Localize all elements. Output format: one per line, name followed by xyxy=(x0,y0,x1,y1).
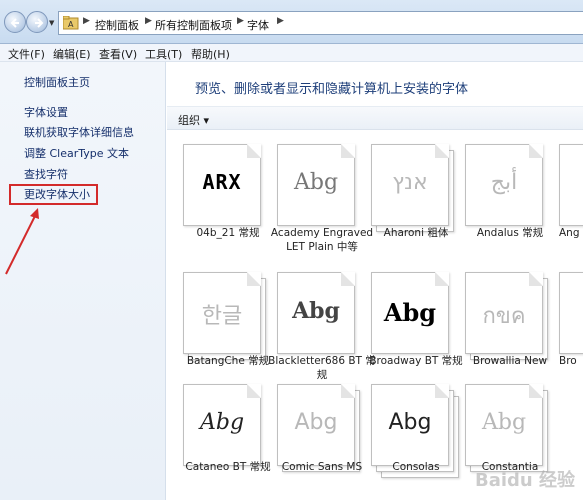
font-sample: กขค xyxy=(482,304,526,329)
font-tile-consolas[interactable]: Abg Consolas xyxy=(371,384,461,500)
font-settings-link[interactable]: 字体设置 xyxy=(24,104,68,120)
menu-help[interactable]: 帮助(H) xyxy=(191,46,230,62)
watermark: Baidu 经验 xyxy=(474,470,575,491)
font-sample: Abg xyxy=(292,298,340,324)
fonts-folder-icon: A xyxy=(63,16,79,30)
font-sample: 한글 xyxy=(201,304,243,329)
annotation-arrow-icon xyxy=(5,208,39,275)
font-name: Browallia New xyxy=(472,355,548,367)
font-tile-batangche[interactable]: 한글 BatangChe 常规 xyxy=(183,272,273,382)
font-tile-comic-sans[interactable]: Abg Comic Sans MS xyxy=(277,384,367,500)
main-content: 预览、删除或者显示和隐藏计算机上安装的字体 组织 ▾ ARX 04b_21 常规… xyxy=(167,62,583,500)
font-tile-academy-engraved[interactable]: Abg Academy Engraved LET Plain 中等 xyxy=(271,144,373,254)
font-sample: أبج xyxy=(490,170,518,195)
font-tile-partial-ang[interactable]: Ang xyxy=(559,144,583,254)
font-name: Andalus 常规 xyxy=(476,227,544,239)
font-tile-aharoni[interactable]: אנץ Aharoni 粗体 xyxy=(371,144,461,254)
control-panel-home-link[interactable]: 控制面板主页 xyxy=(24,74,90,90)
command-bar: 组织 ▾ xyxy=(167,106,583,130)
font-tile-andalus[interactable]: أبج Andalus 常规 xyxy=(465,144,555,254)
font-sample: אנץ xyxy=(392,170,428,195)
crumb-separator-icon[interactable]: ▶ xyxy=(83,16,90,26)
breadcrumb-all-items[interactable]: 所有控制面板项 xyxy=(155,17,232,33)
font-name: Bro xyxy=(559,355,577,367)
font-tile-broadway[interactable]: Abg Broadway BT 常规 xyxy=(369,272,463,382)
crumb-separator-icon[interactable]: ▶ xyxy=(237,16,244,26)
crumb-separator-icon[interactable]: ▶ xyxy=(277,16,284,26)
left-task-pane: 控制面板主页 字体设置 联机获取字体详细信息 调整 ClearType 文本 查… xyxy=(0,62,166,500)
font-tile-cataneo[interactable]: Abg Cataneo BT 常规 xyxy=(183,384,273,500)
address-box[interactable]: A ▶ 控制面板 ▶ 所有控制面板项 ▶ 字体 ▶ xyxy=(58,11,583,35)
back-arrow-icon xyxy=(10,18,19,28)
menu-edit[interactable]: 编辑(E) xyxy=(53,46,91,62)
page-heading: 预览、删除或者显示和隐藏计算机上安装的字体 xyxy=(195,82,469,97)
font-tile-browallia-new[interactable]: กขค Browallia New xyxy=(465,272,555,382)
font-tile-04b21[interactable]: ARX 04b_21 常规 xyxy=(183,144,273,254)
breadcrumb-control-panel[interactable]: 控制面板 xyxy=(95,17,139,33)
menu-file[interactable]: 文件(F) xyxy=(8,46,45,62)
font-sample: Abg xyxy=(199,410,245,435)
back-button[interactable] xyxy=(4,11,26,33)
font-tile-partial-bro[interactable]: Bro xyxy=(559,272,583,382)
forward-arrow-icon xyxy=(35,18,44,28)
crumb-separator-icon[interactable]: ▶ xyxy=(145,16,152,26)
font-sample: Abg xyxy=(481,410,527,435)
font-sample: Abg xyxy=(294,410,338,435)
menu-view[interactable]: 查看(V) xyxy=(99,46,137,62)
adjust-cleartype-link[interactable]: 调整 ClearType 文本 xyxy=(24,145,129,161)
get-font-info-online-link[interactable]: 联机获取字体详细信息 xyxy=(24,124,134,140)
font-sample: ARX xyxy=(202,170,242,194)
menu-bar: 文件(F) 编辑(E) 查看(V) 工具(T) 帮助(H) xyxy=(0,44,583,62)
forward-button[interactable] xyxy=(26,11,48,33)
address-area: ▼ A ▶ 控制面板 ▶ 所有控制面板项 ▶ 字体 ▶ xyxy=(0,0,583,44)
breadcrumb-fonts[interactable]: 字体 xyxy=(247,17,269,33)
font-name: Ang xyxy=(559,227,580,239)
svg-text:A: A xyxy=(68,20,74,29)
organize-button[interactable]: 组织 ▾ xyxy=(178,112,209,128)
recent-pages-dropdown-icon[interactable]: ▼ xyxy=(49,19,54,27)
font-sample: Abg xyxy=(383,298,437,327)
menu-tools[interactable]: 工具(T) xyxy=(145,46,182,62)
find-character-link[interactable]: 查找字符 xyxy=(24,166,68,182)
font-sample: Abg xyxy=(293,170,339,195)
font-tile-blackletter686[interactable]: Abg Blackletter686 BT 常规 xyxy=(268,272,376,382)
font-sample: Abg xyxy=(388,410,432,435)
